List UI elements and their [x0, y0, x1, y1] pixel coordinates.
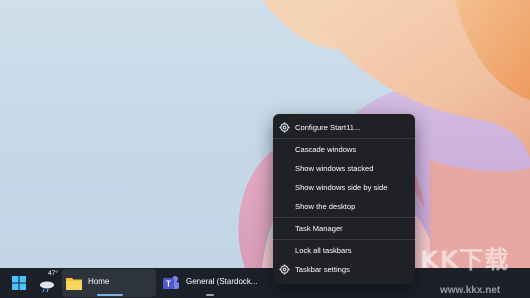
active-window-indicator	[97, 294, 123, 296]
menu-item-show-windows-side-by-side[interactable]: Show windows side by side	[273, 178, 415, 197]
taskbar-context-menu: Configure Start11... Cascade windows Sho…	[273, 114, 415, 284]
menu-item-label: Taskbar settings	[295, 265, 350, 274]
menu-item-label: Lock all taskbars	[295, 246, 352, 255]
folder-icon	[66, 278, 82, 290]
menu-item-label: Show windows stacked	[295, 164, 374, 173]
menu-item-task-manager[interactable]: Task Manager	[273, 219, 415, 238]
watermark-logo-text: KK下载	[420, 246, 510, 274]
running-window-indicator	[206, 294, 214, 296]
menu-item-label: Cascade windows	[295, 145, 357, 154]
menu-item-configure-start11[interactable]: Configure Start11...	[273, 118, 415, 137]
menu-item-label: Show the desktop	[295, 202, 356, 211]
menu-divider	[273, 217, 415, 218]
svg-text:T: T	[166, 280, 171, 289]
menu-item-show-windows-stacked[interactable]: Show windows stacked	[273, 159, 415, 178]
menu-item-label: Task Manager	[295, 224, 343, 233]
gear-icon	[279, 122, 290, 133]
menu-item-label: Show windows side by side	[295, 183, 388, 192]
menu-divider	[273, 239, 415, 240]
gear-icon	[279, 264, 290, 275]
watermark-url: www.kkx.net	[440, 285, 501, 296]
windows-start-icon[interactable]	[12, 276, 26, 290]
menu-item-cascade-windows[interactable]: Cascade windows	[273, 140, 415, 159]
desktop-wallpaper	[0, 0, 530, 268]
menu-item-label: Configure Start11...	[295, 123, 361, 132]
menu-divider	[273, 138, 415, 139]
menu-item-show-desktop[interactable]: Show the desktop	[273, 197, 415, 216]
taskbar-general-label[interactable]: General (Stardock...	[186, 277, 258, 286]
menu-item-taskbar-settings[interactable]: Taskbar settings	[273, 260, 415, 279]
taskbar-home-label: Home	[88, 277, 110, 286]
weather-temperature: 47°	[48, 270, 58, 277]
menu-item-lock-all-taskbars[interactable]: Lock all taskbars	[273, 241, 415, 260]
teams-icon[interactable]: T	[162, 274, 180, 292]
